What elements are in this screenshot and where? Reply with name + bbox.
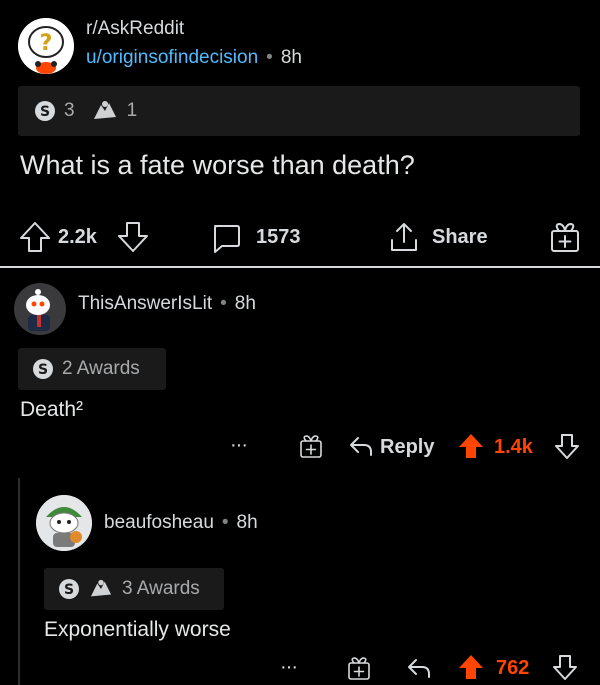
separator-dot: •	[220, 293, 227, 314]
comment-author[interactable]: beaufosheau	[104, 512, 214, 534]
silver-award-icon: S	[33, 359, 53, 379]
comment-age: 8h	[234, 293, 256, 314]
helpful-hands-award-icon	[90, 579, 112, 597]
downvote-arrow-icon[interactable]	[116, 220, 150, 254]
more-options-button[interactable]: ···	[230, 434, 248, 457]
post-age: 8h	[280, 47, 302, 68]
comment-author-avatar[interactable]	[36, 495, 92, 551]
share-arrow-icon[interactable]	[388, 220, 420, 254]
post-awards-bar[interactable]: S 3 1	[18, 86, 580, 136]
helpful-award-count: 1	[126, 100, 138, 121]
snoo-avatar-icon	[36, 495, 92, 551]
post-author[interactable]: u/originsofindecision	[86, 47, 258, 69]
reply-arrow-icon[interactable]	[406, 656, 432, 680]
svg-text:S: S	[38, 362, 48, 378]
upvote-arrow-icon[interactable]	[18, 220, 52, 254]
separator-dot: •	[221, 512, 229, 533]
comment-action-bar: ··· Reply 1.4k	[230, 430, 590, 464]
share-button[interactable]: Share	[432, 226, 488, 249]
reply-button[interactable]: Reply	[380, 436, 434, 459]
svg-text:S: S	[40, 104, 50, 120]
helpful-hands-award-icon	[93, 101, 116, 119]
comment-author-avatar[interactable]	[14, 283, 66, 335]
subreddit-name[interactable]: r/AskReddit	[86, 18, 184, 40]
comment-bubble-icon[interactable]	[210, 222, 242, 254]
silver-award-icon: S	[59, 579, 79, 599]
upvoted-arrow-icon[interactable]	[458, 653, 484, 681]
awards-label: 3 Awards	[122, 578, 200, 599]
comment-awards-bar[interactable]: S 2 Awards	[18, 348, 166, 390]
give-award-gift-icon[interactable]	[548, 220, 582, 254]
post-title[interactable]: What is a fate worse than death?	[20, 150, 415, 181]
give-award-gift-icon[interactable]	[346, 655, 372, 681]
thread-line[interactable]	[18, 478, 20, 685]
more-options-button[interactable]: ···	[280, 656, 298, 679]
downvote-arrow-icon[interactable]	[552, 653, 578, 681]
comment-author[interactable]: ThisAnswerIsLit	[78, 293, 212, 315]
silver-award-count: 3	[64, 100, 75, 121]
give-award-gift-icon[interactable]	[298, 433, 324, 459]
comment-body: Exponentially worse	[44, 618, 231, 641]
awards-label: 2 Awards	[62, 358, 140, 379]
section-divider	[0, 266, 600, 268]
comment-score: 1.4k	[494, 436, 533, 458]
comment-body: Death²	[20, 398, 84, 421]
reply-arrow-icon[interactable]	[348, 434, 374, 458]
comment-count[interactable]: 1573	[256, 226, 301, 249]
comment-awards-bar[interactable]: S 3 Awards	[44, 568, 224, 610]
askreddit-snoo-icon: ?	[18, 18, 74, 74]
comment-score: 762	[496, 657, 530, 679]
separator-dot: •	[266, 47, 273, 68]
post-score: 2.2k	[58, 226, 97, 248]
snoo-avatar-icon	[14, 283, 66, 335]
downvote-arrow-icon[interactable]	[554, 432, 580, 460]
comment-age: 8h	[236, 512, 258, 533]
post-action-bar: 2.2k 1573 Share	[18, 218, 583, 258]
svg-text:?: ?	[40, 31, 53, 56]
comment-action-bar: ··· 762	[280, 652, 590, 685]
upvoted-arrow-icon[interactable]	[458, 432, 484, 460]
silver-award-icon: S	[35, 101, 55, 121]
svg-text:S: S	[64, 582, 74, 598]
subreddit-avatar[interactable]: ?	[18, 18, 74, 74]
